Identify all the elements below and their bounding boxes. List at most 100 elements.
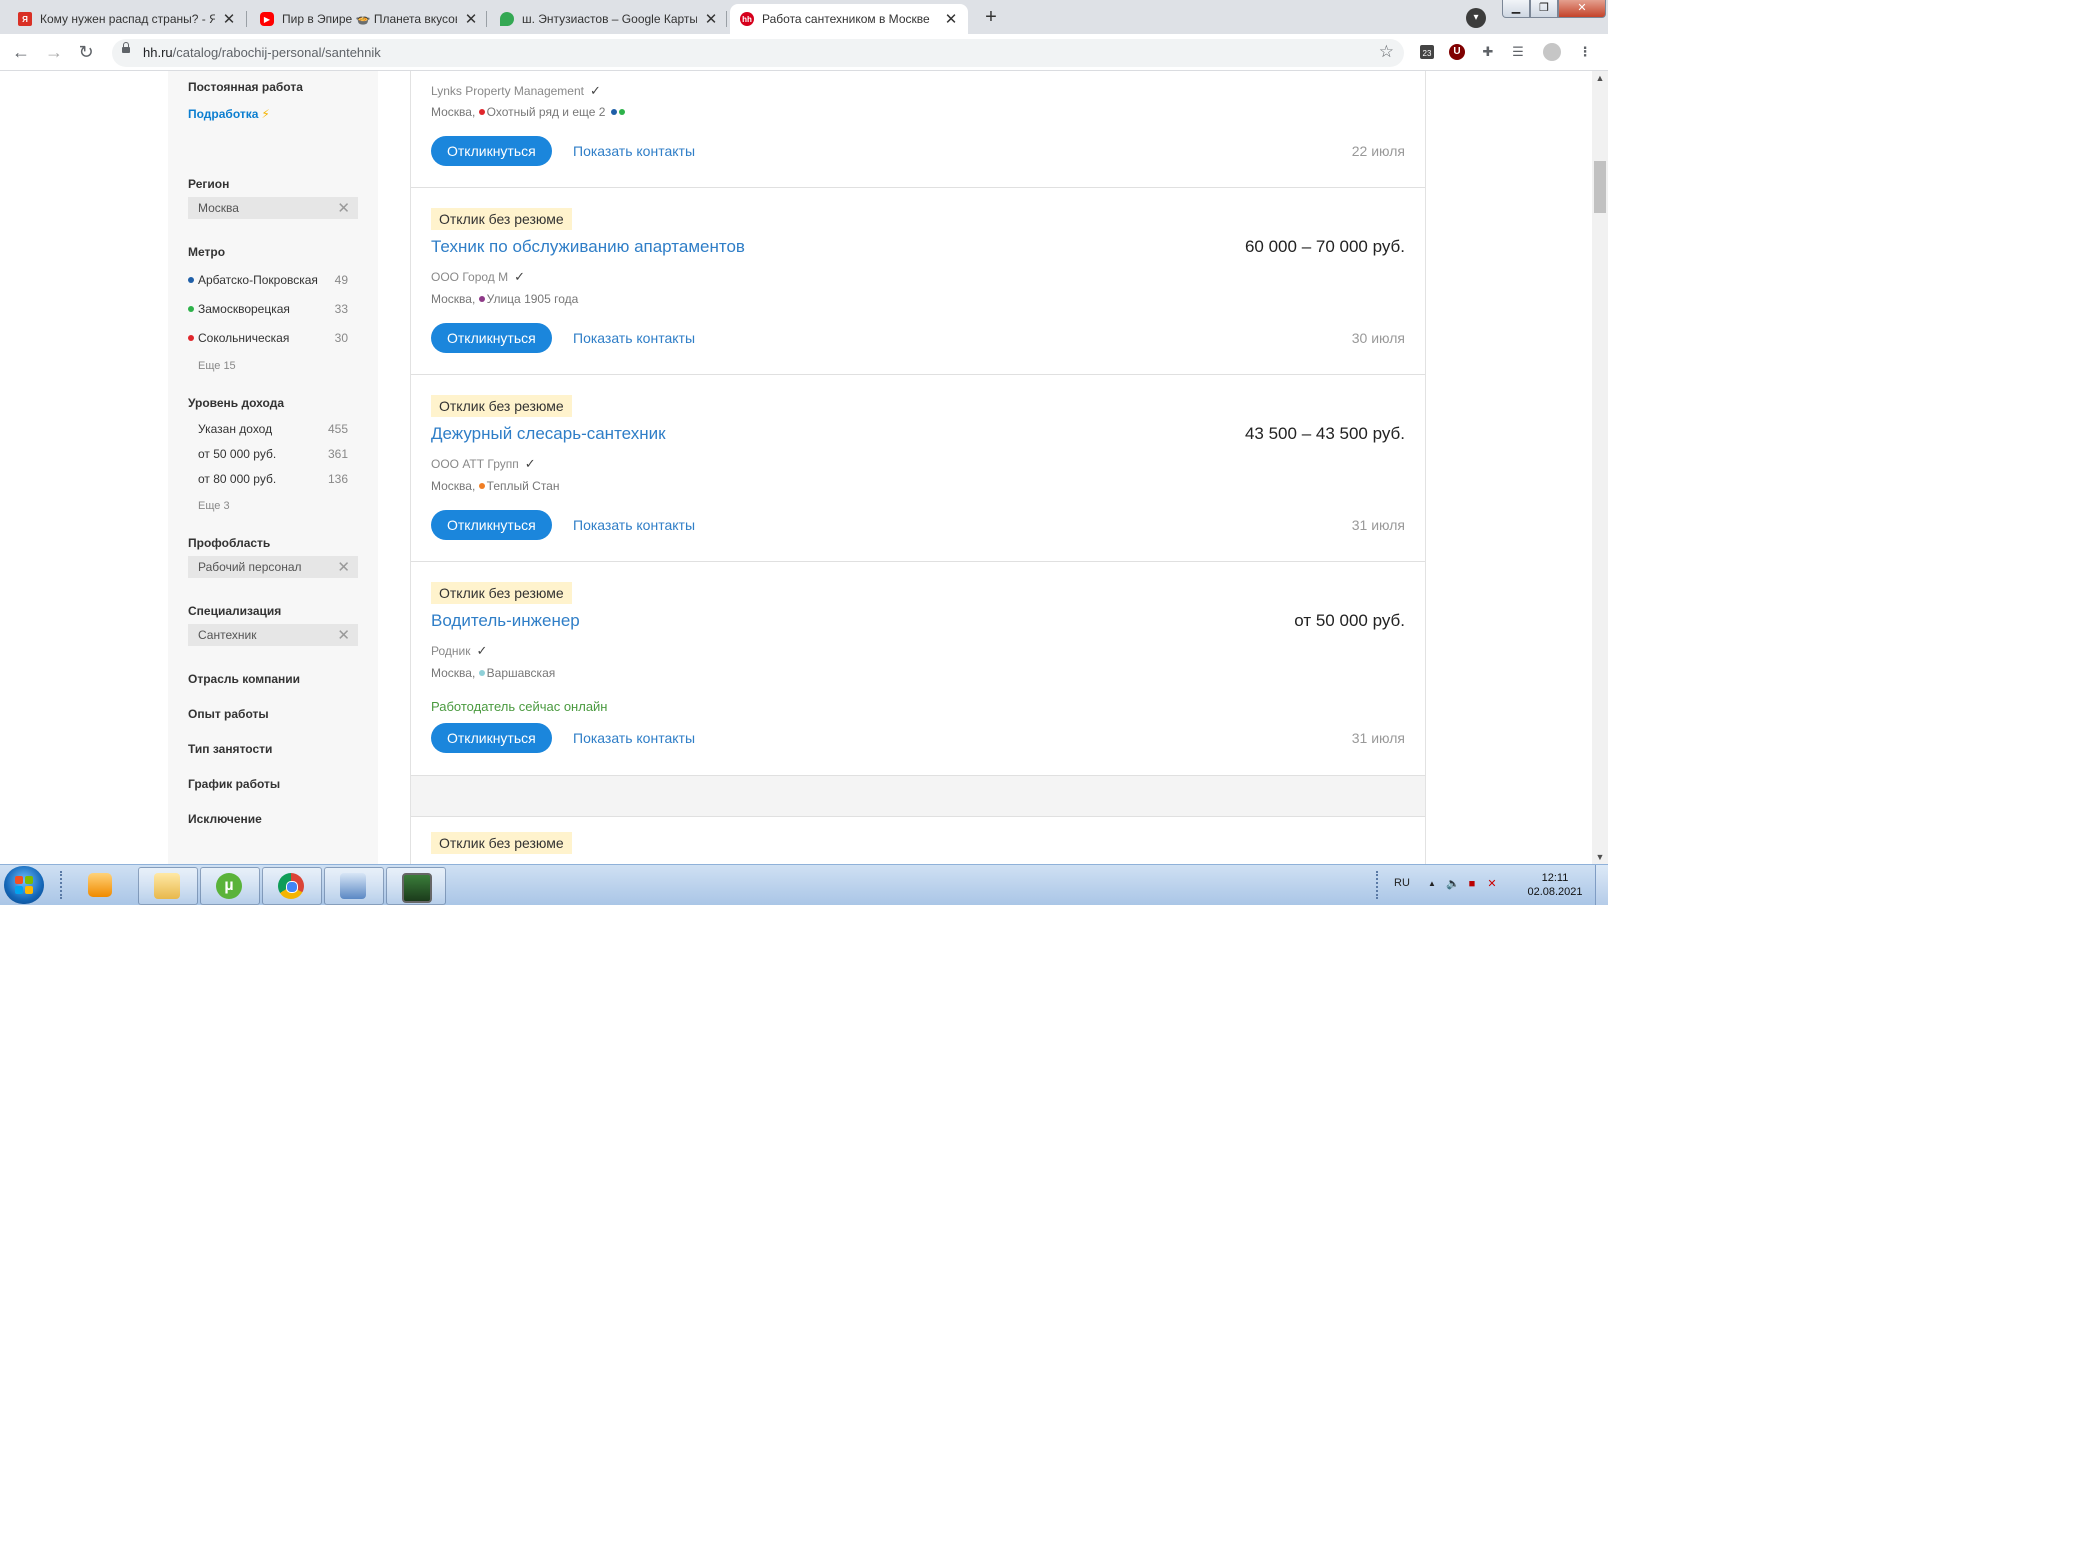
income-option[interactable]: от 80 000 руб. 136 xyxy=(188,472,358,486)
metro-more-link[interactable]: Еще 15 xyxy=(198,360,236,372)
reload-icon[interactable]: ↻ xyxy=(75,41,97,63)
close-icon[interactable]: ✕ xyxy=(221,10,237,28)
extension-calendar-icon[interactable]: 23 xyxy=(1418,43,1436,61)
show-desktop-button[interactable] xyxy=(1595,865,1608,905)
puzzle-icon[interactable]: ✚ xyxy=(1479,43,1497,61)
close-window-button[interactable]: ✕ xyxy=(1558,0,1606,18)
scroll-down-arrow-icon[interactable]: ▼ xyxy=(1592,852,1608,862)
metro-station: Улица 1905 года xyxy=(486,292,579,306)
profile-avatar-icon[interactable] xyxy=(1543,43,1561,61)
metro-count: 30 xyxy=(334,331,348,345)
url-text: hh.ru/catalog/rabochij-personal/santehni… xyxy=(143,45,381,60)
filter-experience[interactable]: Опыт работы xyxy=(188,707,269,721)
close-icon[interactable]: ✕ xyxy=(463,10,479,28)
scrollbar-thumb[interactable] xyxy=(1594,161,1606,213)
city: Москва, xyxy=(431,292,476,306)
tab-hh[interactable]: hh Работа сантехником в Москве ✕ xyxy=(730,4,968,34)
address-bar[interactable]: hh.ru/catalog/rabochij-personal/santehni… xyxy=(112,39,1404,67)
remove-icon[interactable]: ✕ xyxy=(337,558,350,576)
bookmark-star-icon[interactable]: ☆ xyxy=(1379,42,1394,62)
volume-icon[interactable]: 🔈 xyxy=(1446,878,1460,890)
show-hidden-icons-icon[interactable]: ▲ xyxy=(1426,878,1438,890)
respond-button[interactable]: Откликнуться xyxy=(431,510,552,540)
tab-title: Кому нужен распад страны? - Я xyxy=(40,12,215,26)
prof-chip[interactable]: Рабочий персонал ✕ xyxy=(188,556,358,578)
show-contacts-link[interactable]: Показать контакты xyxy=(573,517,695,533)
filter-schedule[interactable]: График работы xyxy=(188,777,280,791)
spec-title: Специализация xyxy=(188,604,282,618)
taskbar-chrome[interactable] xyxy=(262,867,322,905)
verified-check-icon: ✓ xyxy=(514,269,526,284)
remove-icon[interactable]: ✕ xyxy=(337,199,350,217)
income-option[interactable]: Указан доход 455 xyxy=(188,422,358,436)
filter-part-time[interactable]: Подработка ⚡ xyxy=(188,107,270,121)
no-resume-badge: Отклик без резюме xyxy=(431,208,572,230)
page-scrollbar[interactable]: ▲ ▼ xyxy=(1592,71,1608,864)
tab-maps[interactable]: ш. Энтузиастов – Google Карты ✕ xyxy=(490,4,727,34)
metro-option[interactable]: Сокольническая 30 xyxy=(188,331,358,345)
company-name[interactable]: ООО АТТ Групп ✓ xyxy=(431,456,536,472)
forward-arrow-icon[interactable]: → xyxy=(43,41,65,63)
metro-line-dot-icon xyxy=(188,277,194,283)
no-resume-badge: Отклик без резюме xyxy=(431,832,572,854)
taskbar-utorrent[interactable]: µ xyxy=(200,867,260,905)
media-player-icon[interactable] xyxy=(88,873,112,897)
taskbar-explorer[interactable] xyxy=(138,867,198,905)
income-name: от 50 000 руб. xyxy=(198,447,277,461)
region-value: Москва xyxy=(198,201,239,215)
metro-count: 49 xyxy=(334,273,348,287)
income-option[interactable]: от 50 000 руб. 361 xyxy=(188,447,358,461)
show-contacts-link[interactable]: Показать контакты xyxy=(573,330,695,346)
filter-industry[interactable]: Отрасль компании xyxy=(188,672,300,686)
company-name[interactable]: Родник ✓ xyxy=(431,643,487,659)
ublock-icon[interactable]: U xyxy=(1448,43,1466,61)
menu-kebab-icon[interactable]: ⋮ xyxy=(1576,43,1594,61)
vacancy-title-link[interactable]: Техник по обслуживанию апартаментов xyxy=(431,237,745,257)
vacancy-card: Отклик без резюме Дежурный слесарь-санте… xyxy=(411,375,1425,562)
vacancy-title-link[interactable]: Водитель-инженер xyxy=(431,611,580,631)
metro-line-dot-icon xyxy=(478,296,485,302)
company-name[interactable]: Lynks Property Management ✓ xyxy=(431,83,601,99)
company-name[interactable]: ООО Город М ✓ xyxy=(431,269,525,285)
start-button[interactable] xyxy=(4,866,44,904)
vacancy-date: 30 июля xyxy=(1351,330,1405,346)
show-contacts-link[interactable]: Показать контакты xyxy=(573,143,695,159)
region-chip[interactable]: Москва ✕ xyxy=(188,197,358,219)
tab-search-icon[interactable]: ▾ xyxy=(1466,8,1486,28)
scroll-up-arrow-icon[interactable]: ▲ xyxy=(1592,73,1608,83)
respond-button[interactable]: Откликнуться xyxy=(431,323,552,353)
taskbar-network[interactable] xyxy=(324,867,384,905)
respond-button[interactable]: Откликнуться xyxy=(431,136,552,166)
hh-icon: hh xyxy=(740,12,754,26)
antivirus-icon[interactable]: ■ xyxy=(1466,878,1478,890)
youtube-icon: ▶ xyxy=(260,12,274,26)
chrome-icon xyxy=(278,873,304,899)
filter-permanent[interactable]: Постоянная работа xyxy=(188,80,303,94)
remove-icon[interactable]: ✕ xyxy=(337,626,350,644)
filter-exclude[interactable]: Исключение xyxy=(188,812,262,826)
new-tab-button[interactable]: + xyxy=(978,5,1004,31)
restore-button[interactable]: ❐ xyxy=(1530,0,1558,18)
tab-zen[interactable]: Я Кому нужен распад страны? - Я ✕ xyxy=(8,4,247,34)
spec-chip[interactable]: Сантехник ✕ xyxy=(188,624,358,646)
network-status-icon[interactable]: ✕ xyxy=(1486,878,1498,890)
metro-option[interactable]: Арбатско-Покровская 49 xyxy=(188,273,358,287)
income-more-link[interactable]: Еще 3 xyxy=(198,500,230,512)
respond-button[interactable]: Откликнуться xyxy=(431,723,552,753)
close-icon[interactable]: ✕ xyxy=(943,10,959,28)
metro-line-dot-icon xyxy=(478,670,485,676)
reading-list-icon[interactable]: ☰ xyxy=(1509,43,1527,61)
filter-employment-type[interactable]: Тип занятости xyxy=(188,742,272,756)
tab-youtube[interactable]: ▶ Пир в Эпире 🍲 Планета вкусов ✕ xyxy=(250,4,487,34)
vacancy-title-link[interactable]: Дежурный слесарь-сантехник xyxy=(431,424,666,444)
taskbar-monitor[interactable] xyxy=(386,867,446,905)
metro-option[interactable]: Замоскворецкая 33 xyxy=(188,302,358,316)
vacancy-date: 31 июля xyxy=(1351,517,1405,533)
show-contacts-link[interactable]: Показать контакты xyxy=(573,730,695,746)
close-icon[interactable]: ✕ xyxy=(703,10,719,28)
language-indicator[interactable]: RU xyxy=(1394,877,1410,889)
back-arrow-icon[interactable]: ← xyxy=(10,41,32,63)
minimize-button[interactable]: ▁ xyxy=(1502,0,1530,18)
vacancy-salary: 60 000 – 70 000 руб. xyxy=(1244,237,1405,256)
clock[interactable]: 12:11 02.08.2021 xyxy=(1520,871,1590,899)
